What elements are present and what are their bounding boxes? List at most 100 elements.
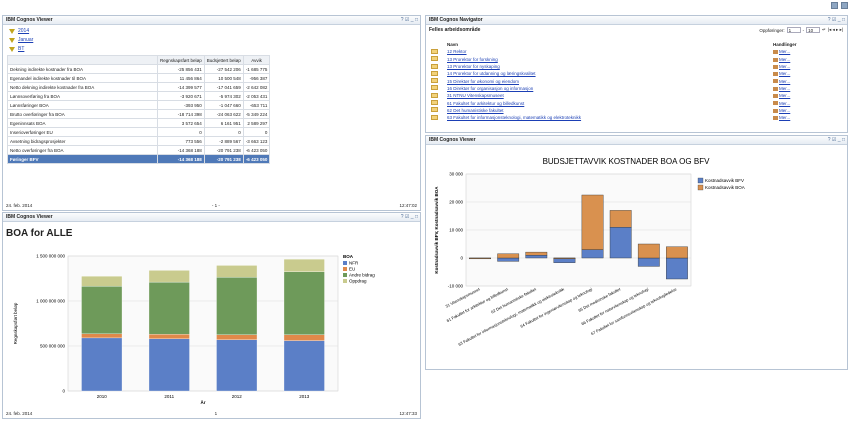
navigator-row[interactable]: 12 Rektor Mer... xyxy=(429,48,841,55)
entries-to-input[interactable]: 10 xyxy=(806,27,821,33)
bar-segment[interactable] xyxy=(148,270,190,283)
folder-link[interactable]: 14 Prorektor for utdanning og læringskva… xyxy=(447,71,536,76)
table-row: Lønnsoverføring fra BOA -3 920 671 -5 974 … xyxy=(7,91,271,101)
bar-segment[interactable] xyxy=(525,251,548,256)
bar-segment[interactable] xyxy=(469,257,491,260)
go-icon[interactable]: ↵ xyxy=(822,27,826,33)
more-actions-link[interactable]: Mer... xyxy=(779,71,790,76)
folder-link[interactable]: 15 Direktør for økonomi og eiendom xyxy=(447,79,519,84)
folder-link[interactable]: 62 Det humanistiske fakultet xyxy=(447,108,504,113)
bar-segment[interactable] xyxy=(553,257,576,260)
bar-segment[interactable] xyxy=(666,257,688,280)
entries-from-input[interactable]: 1 xyxy=(786,27,801,33)
folder-link[interactable]: 61 Fakultet for arkitektur og billedkuns… xyxy=(447,101,524,106)
bar-segment[interactable] xyxy=(283,271,325,335)
table-cell: Egenandel indirekte kostnader til BOA xyxy=(7,73,158,83)
table-cell: -2 889 567 xyxy=(203,136,244,146)
folder-link[interactable]: 16 Direktør for organisasjon og informas… xyxy=(447,86,533,91)
table-cell: -18 714 398 xyxy=(157,109,205,119)
folder-link[interactable]: 31 NTNU Vitenskapsmuseet xyxy=(447,93,504,98)
page-nav-icon[interactable]: |◂ ◂ ▸ ▸| xyxy=(828,27,843,33)
table-row: Avsetning bidragsprosjekter 773 556 -2 889… xyxy=(7,136,271,146)
x-axis-label: År xyxy=(200,399,205,405)
navigator-row[interactable]: 62 Det humanistiske fakultet Mer... xyxy=(429,107,841,114)
bar-segment[interactable] xyxy=(609,226,632,259)
filter-link[interactable]: BT xyxy=(18,46,24,52)
navigator-row[interactable]: 63 Fakultet for informasjonsteknologi, m… xyxy=(429,114,841,121)
navigator-row[interactable]: 31 NTNU Vitenskapsmuseet Mer... xyxy=(429,92,841,99)
filter-item[interactable]: 2014 xyxy=(9,28,414,34)
navigator-row[interactable]: 13 Prorektor for nyskaping Mer... xyxy=(429,63,841,70)
bar-segment[interactable] xyxy=(216,276,258,335)
page-icon[interactable] xyxy=(841,2,848,9)
bar-segment[interactable] xyxy=(497,253,520,259)
navigator-row[interactable]: 16 Direktør for organisasjon og informas… xyxy=(429,85,841,92)
y-tick-label: 500 000 000 xyxy=(40,344,66,349)
bar-segment[interactable] xyxy=(581,249,604,259)
bar-segment[interactable] xyxy=(497,257,520,262)
filter-link[interactable]: Januar xyxy=(18,37,33,43)
bar-segment[interactable] xyxy=(283,340,325,392)
navigator-row[interactable]: 15 Direktør for økonomi og eiendom Mer... xyxy=(429,77,841,84)
more-actions-link[interactable]: Mer... xyxy=(779,108,790,113)
entries-pager: Oppføringer: 1 - 10 ↵ |◂ ◂ ▸ ▸| xyxy=(759,27,843,33)
table-cell: -2 053 431 xyxy=(242,91,271,101)
more-actions-link[interactable]: Mer... xyxy=(779,49,790,54)
chart-time: 12:47:33 xyxy=(399,411,417,416)
bar-segment[interactable] xyxy=(216,265,258,278)
report-date: 24. feb. 2014 xyxy=(6,203,33,208)
bar-segment[interactable] xyxy=(216,334,258,340)
col-name[interactable]: Navn xyxy=(445,41,771,48)
table-cell: Lønnsoverføring fra BOA xyxy=(7,91,158,101)
more-actions-link[interactable]: Mer... xyxy=(779,64,790,69)
folder-link[interactable]: 13 Prorektor for nyskaping xyxy=(447,64,500,69)
more-actions-link[interactable]: Mer... xyxy=(779,86,790,91)
table-row: Netto overføringer fra BOA -14 368 188 -20… xyxy=(7,145,271,155)
filter-item[interactable]: BT xyxy=(9,46,414,52)
folder-icon xyxy=(431,63,438,69)
more-actions-link[interactable]: Mer... xyxy=(779,101,790,106)
bar-segment[interactable] xyxy=(81,276,123,287)
navigator-row[interactable]: 61 Fakultet for arkitektur og billedkuns… xyxy=(429,99,841,106)
more-actions-link[interactable]: Mer... xyxy=(779,115,790,120)
folder-link[interactable]: 13 Prorektor for forskning xyxy=(447,57,498,62)
bar-segment[interactable] xyxy=(666,246,688,259)
filter-link[interactable]: 2014 xyxy=(18,28,29,34)
bar-segment[interactable] xyxy=(283,334,325,341)
folder-link[interactable]: 12 Rektor xyxy=(447,49,467,54)
table-row: Netto dekning indirekte kostnader fra BO… xyxy=(7,82,271,92)
bar-segment[interactable] xyxy=(525,254,548,259)
y-tick-label: 20 000 xyxy=(449,200,463,205)
actions-icon xyxy=(773,115,778,120)
legend-swatch xyxy=(697,177,704,184)
bar-segment[interactable] xyxy=(637,243,660,259)
bar-segment[interactable] xyxy=(81,337,123,392)
bar-segment[interactable] xyxy=(148,338,190,392)
portlet-controls[interactable]: ? ☑ _ □ xyxy=(401,213,418,222)
more-actions-link[interactable]: Mer... xyxy=(779,57,790,62)
bar-segment[interactable] xyxy=(81,286,123,335)
bar-segment[interactable] xyxy=(148,281,190,335)
portlet-controls[interactable]: ? ☑ _ □ xyxy=(401,16,418,25)
portlet-controls[interactable]: ? ☑ _ □ xyxy=(828,136,845,145)
report-footer: 24. feb. 2014 - 1 - 12:47:02 xyxy=(6,203,417,208)
more-actions-link[interactable]: Mer... xyxy=(779,93,790,98)
navigator-row[interactable]: 14 Prorektor for utdanning og læringskva… xyxy=(429,70,841,77)
filter-item[interactable]: Januar xyxy=(9,37,414,43)
bar-segment[interactable] xyxy=(609,210,632,228)
bar-segment[interactable] xyxy=(283,258,325,272)
table-cell: -20 791 238 xyxy=(203,145,244,155)
folder-link[interactable]: 63 Fakultet for informasjonsteknologi, m… xyxy=(447,115,581,120)
bar-segment[interactable] xyxy=(216,339,258,392)
bar-segment[interactable] xyxy=(81,333,123,339)
bar-segment[interactable] xyxy=(581,194,604,250)
more-actions-link[interactable]: Mer... xyxy=(779,79,790,84)
layout-icon[interactable] xyxy=(831,2,838,9)
table-row: Lønnsføringer BOA -393 950 -1 047 660 -653 … xyxy=(7,100,271,110)
bar-segment[interactable] xyxy=(148,334,190,339)
bar-segment[interactable] xyxy=(637,257,660,267)
portlet-controls[interactable]: ? ☑ _ □ xyxy=(828,16,845,25)
navigator-row[interactable]: 13 Prorektor for forskning Mer... xyxy=(429,56,841,63)
col-actions: Handlinger xyxy=(773,42,797,48)
y-tick-label: 10 000 xyxy=(449,228,463,233)
